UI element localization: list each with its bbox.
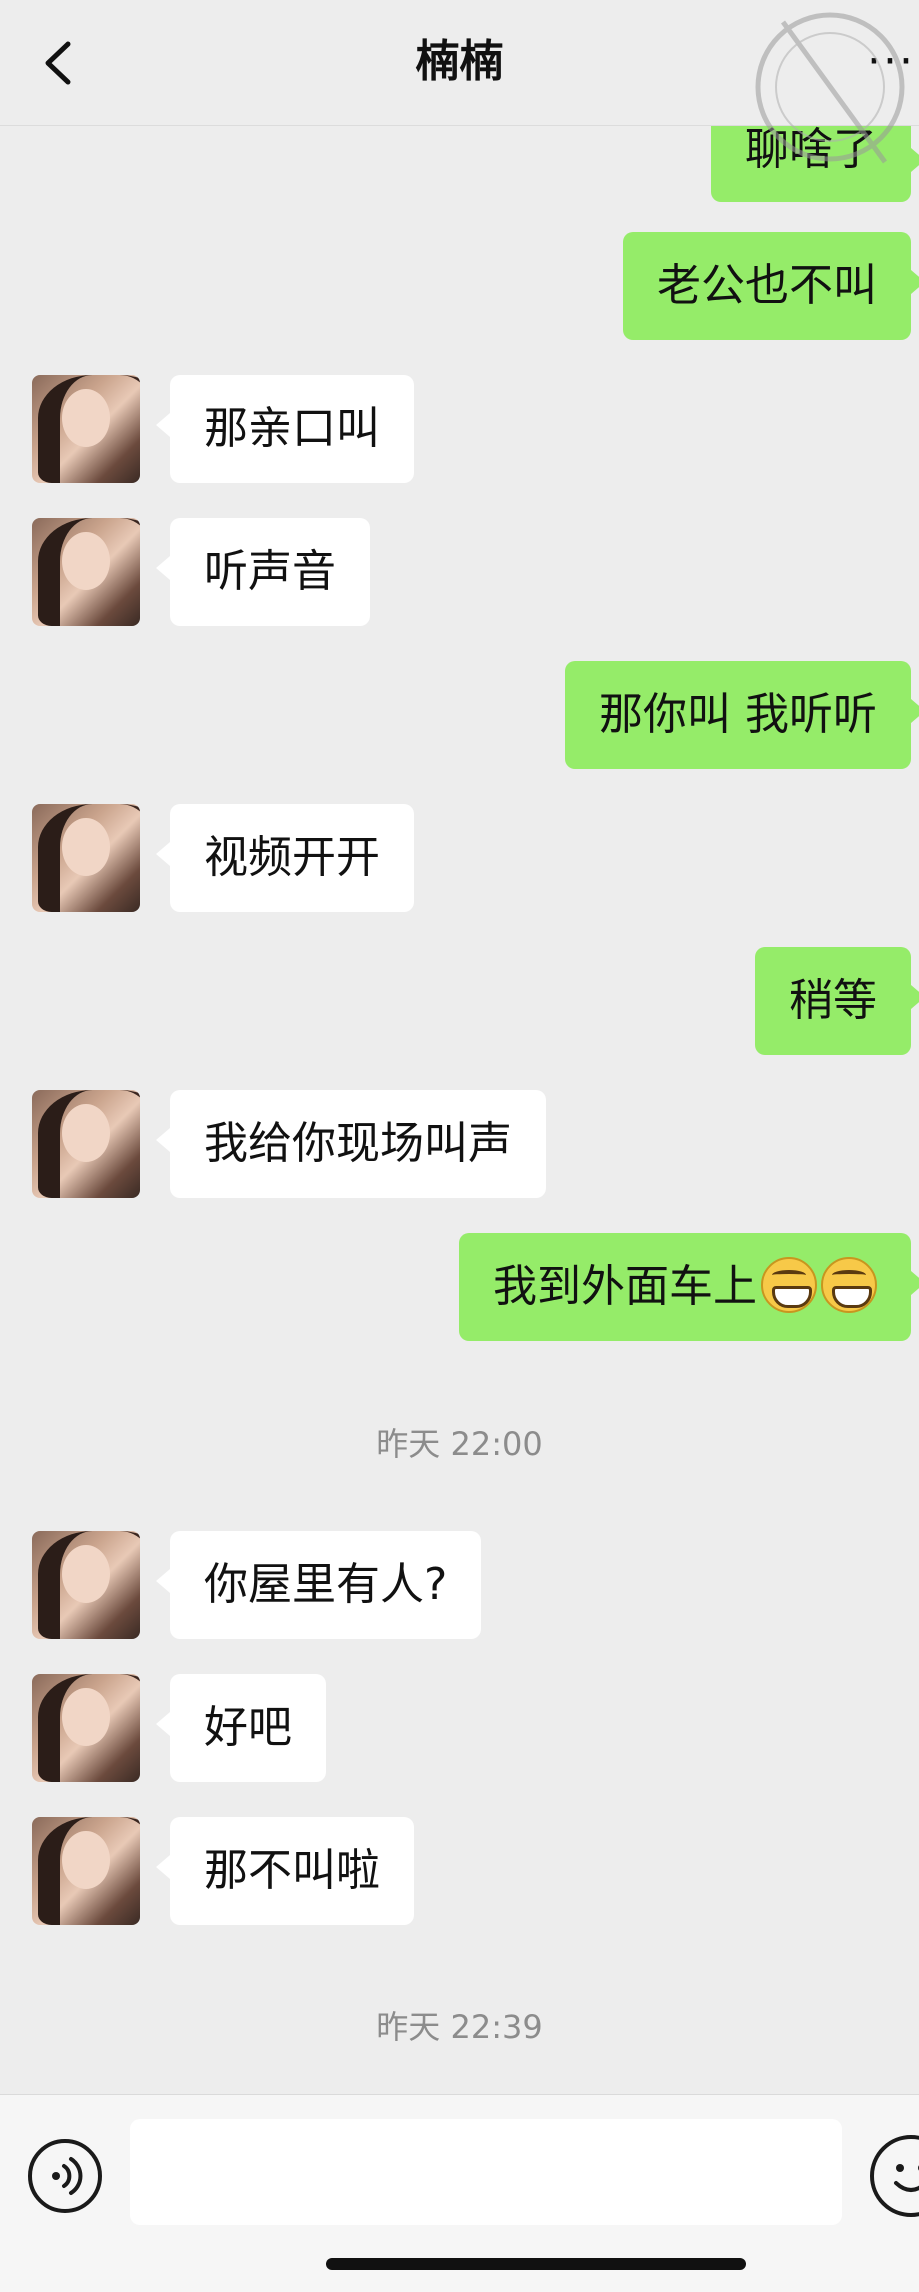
watermark-logo [745, 2, 915, 172]
contact-avatar[interactable] [32, 518, 140, 626]
message-text: 我给你现场叫声 [204, 1118, 512, 1169]
message-text: 好吧 [204, 1702, 292, 1753]
contact-avatar[interactable] [32, 1674, 140, 1782]
contact-avatar[interactable] [32, 804, 140, 912]
message-text: 那你叫 我听听 [599, 689, 877, 740]
message-text: 视频开开 [204, 832, 380, 883]
voice-icon [52, 2157, 83, 2195]
message-bubble-in[interactable]: 听声音 [156, 518, 370, 626]
message-bubble-in[interactable]: 那不叫啦 [156, 1817, 414, 1925]
message-bubble-in[interactable]: 你屋里有人? [155, 1531, 482, 1639]
message-text: 稍等 [789, 975, 877, 1026]
home-indicator[interactable] [326, 2258, 746, 2270]
message-bubble-in[interactable]: 我给你现场叫声 [156, 1090, 546, 1198]
contact-avatar[interactable] [32, 375, 140, 483]
grin-emoji-icon [761, 1257, 817, 1313]
message-text: 那不叫啦 [204, 1845, 380, 1896]
message-input[interactable] [130, 2119, 842, 2225]
message-bubble-out[interactable]: 我到外面车上 [459, 1233, 919, 1341]
message-text: 你屋里有人? [204, 1559, 448, 1610]
message-bubble-in[interactable]: 那亲口叫 [156, 375, 414, 483]
message-text: 那亲口叫 [204, 403, 380, 454]
contact-avatar[interactable] [32, 1090, 140, 1198]
grin-emoji-icon [821, 1257, 877, 1313]
message-bubble-in[interactable]: 视频开开 [156, 804, 414, 912]
message-text: 听声音 [204, 546, 336, 597]
emoji-icon [894, 2164, 919, 2192]
contact-avatar[interactable] [32, 1531, 140, 1639]
message-bubble-out[interactable]: 老公也不叫 [623, 232, 919, 340]
time-divider: 昨天 22:00 [376, 1425, 543, 1463]
message-bubble-in[interactable]: 好吧 [156, 1674, 326, 1782]
message-bubble-out[interactable]: 那你叫 我听听 [565, 661, 919, 769]
contact-avatar[interactable] [32, 1817, 140, 1925]
message-bubble-out[interactable]: 稍等 [755, 947, 919, 1055]
time-divider: 昨天 22:39 [376, 2008, 543, 2046]
message-text: 老公也不叫 [657, 260, 877, 311]
voice-toggle-button[interactable] [28, 2139, 102, 2213]
emoji-button[interactable] [870, 2135, 919, 2217]
message-text: 我到外面车上 [493, 1261, 757, 1312]
